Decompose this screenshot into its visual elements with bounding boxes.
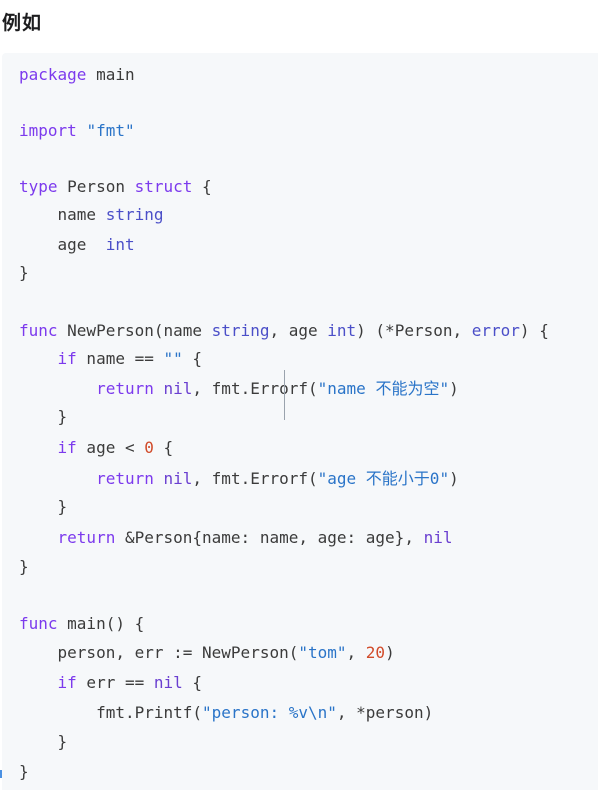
- string-literal: "name 不能为空": [317, 379, 450, 398]
- code-text: NewPerson(name: [57, 321, 212, 340]
- code-line: if err == nil {: [19, 673, 203, 693]
- nil-literal: nil: [163, 379, 193, 398]
- code-line: package main: [19, 65, 135, 85]
- code-text: Person: [57, 177, 135, 196]
- code-line: func main() {: [19, 614, 144, 634]
- string-literal: "age 不能小于0": [317, 469, 450, 488]
- code-text: }: [19, 762, 29, 781]
- type-name: int: [327, 321, 357, 340]
- code-line: fmt.Printf("person: %v\n", *person): [19, 703, 433, 723]
- code-text: , fmt.Errorf(: [192, 469, 318, 488]
- code-text: err ==: [76, 673, 154, 692]
- code-line: age int: [19, 235, 135, 255]
- type-name: string: [105, 205, 164, 224]
- code-line: if name == "" {: [19, 349, 203, 369]
- code-line: }: [19, 762, 29, 782]
- keyword: return: [96, 469, 154, 488]
- keyword: if: [57, 438, 77, 457]
- keyword: package: [19, 65, 87, 84]
- string-literal: "": [163, 349, 183, 368]
- code-line: }: [19, 557, 29, 577]
- code-text: &Person{name: name, age: age},: [115, 528, 424, 547]
- nil-literal: nil: [153, 673, 183, 692]
- code-text: , *person): [336, 703, 434, 722]
- type-name: int: [105, 235, 135, 254]
- code-text: }: [19, 263, 29, 282]
- code-line: return nil, fmt.Errorf("name 不能为空"): [19, 379, 459, 399]
- code-line: }: [19, 263, 29, 283]
- keyword: import: [19, 121, 77, 140]
- code-text: main: [86, 65, 135, 84]
- code-text: ,: [346, 643, 366, 662]
- number-literal: 0: [144, 438, 154, 457]
- keyword: type: [19, 177, 58, 196]
- keyword: func: [19, 321, 58, 340]
- code-text: main() {: [57, 614, 145, 633]
- code-line: return &Person{name: name, age: age}, ni…: [19, 528, 453, 548]
- code-line: }: [19, 407, 68, 427]
- code-line: type Person struct {: [19, 177, 212, 197]
- section-heading: 例如: [2, 12, 43, 34]
- keyword: if: [57, 349, 77, 368]
- string-literal: "fmt": [86, 121, 135, 140]
- code-text: {: [182, 349, 203, 368]
- nil-literal: nil: [163, 469, 193, 488]
- code-text: ): [449, 469, 459, 488]
- code-line: func NewPerson(name string, age int) (*P…: [19, 321, 549, 341]
- code-line: import "fmt": [19, 121, 135, 141]
- code-text: }: [19, 557, 29, 576]
- code-text: age <: [76, 438, 145, 457]
- keyword: func: [19, 614, 58, 633]
- scroll-indicator: [0, 770, 2, 778]
- code-line: return nil, fmt.Errorf("age 不能小于0"): [19, 469, 459, 489]
- string-literal: "person: %v\n": [202, 703, 337, 722]
- code-text: age: [19, 235, 106, 254]
- type-name: string: [211, 321, 270, 340]
- code-line: person, err := NewPerson("tom", 20): [19, 643, 395, 663]
- code-text: name ==: [76, 349, 164, 368]
- code-line: if age < 0 {: [19, 438, 174, 458]
- code-text: ): [449, 379, 459, 398]
- code-text: {: [192, 177, 212, 196]
- code-text: , fmt.Errorf(: [192, 379, 318, 398]
- keyword: return: [96, 379, 154, 398]
- nil-literal: nil: [423, 528, 453, 547]
- code-text: ): [385, 643, 395, 662]
- code-text: {: [182, 673, 203, 692]
- keyword: return: [57, 528, 116, 547]
- code-text: , age: [269, 321, 328, 340]
- code-text: person, err := NewPerson(: [19, 643, 299, 662]
- code-line: }: [19, 497, 68, 517]
- code-text: fmt.Printf(: [19, 703, 203, 722]
- string-literal: "tom": [298, 643, 347, 662]
- text-cursor: [284, 370, 285, 420]
- keyword: if: [57, 673, 77, 692]
- code-line: name string: [19, 205, 164, 225]
- code-line: }: [19, 732, 68, 752]
- number-literal: 20: [365, 643, 386, 662]
- code-text: }: [19, 407, 68, 426]
- code-text: {: [153, 438, 174, 457]
- keyword: struct: [134, 177, 193, 196]
- code-text: ) (*Person,: [356, 321, 472, 340]
- code-text: }: [19, 732, 68, 751]
- code-text: name: [19, 205, 106, 224]
- code-text: }: [19, 497, 68, 516]
- code-text: ) {: [519, 321, 549, 340]
- type-name: error: [471, 321, 520, 340]
